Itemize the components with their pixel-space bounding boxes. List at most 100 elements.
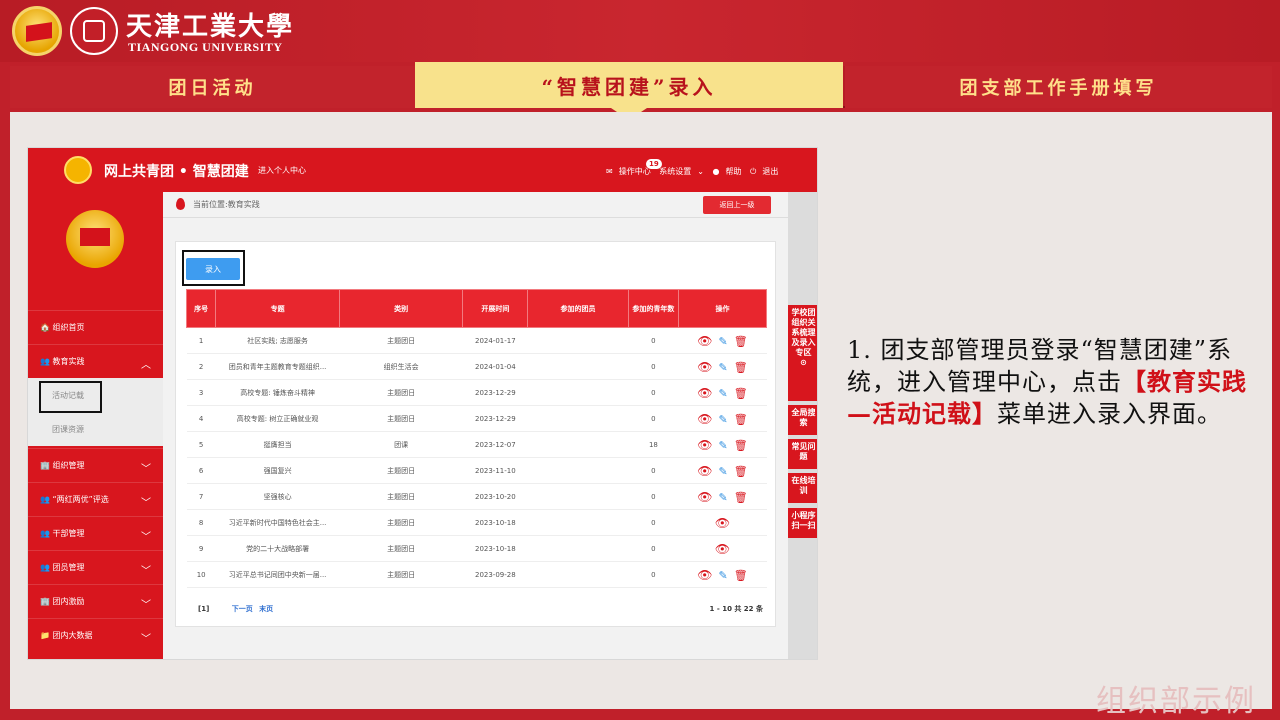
table-cell-no: 1 bbox=[186, 327, 216, 354]
location-pin-icon bbox=[176, 198, 185, 210]
table-cell-topic: 习近平总书记同团中央新一届... bbox=[215, 561, 340, 588]
chevron-up-icon: ︿ bbox=[141, 360, 151, 371]
edit-icon[interactable]: ✎ bbox=[719, 491, 728, 504]
page-last-link[interactable]: 末页 bbox=[259, 605, 273, 613]
tab-league-day[interactable]: 团日活动 bbox=[10, 66, 415, 108]
ops-center-link[interactable]: 操作中心 bbox=[619, 167, 651, 176]
site-title: 网上共青团 • 智慧团建 bbox=[104, 164, 249, 180]
trash-icon[interactable]: 🗑 bbox=[734, 387, 748, 400]
chevron-down-icon: ﹀ bbox=[141, 498, 151, 509]
table-cell-no: 8 bbox=[186, 509, 216, 536]
table-cell-date: 2023-11-10 bbox=[462, 457, 528, 484]
view-eye-icon[interactable]: 👁 bbox=[697, 490, 712, 504]
page-current[interactable]: [1] bbox=[198, 605, 209, 613]
trash-icon[interactable]: 🗑 bbox=[734, 465, 748, 478]
sidebar-item-evaluation[interactable]: 👥 “两红两优”评选 ﹀ bbox=[28, 482, 163, 516]
settings-link[interactable]: 系统设置 bbox=[659, 167, 691, 176]
edit-icon[interactable]: ✎ bbox=[719, 439, 728, 452]
rail-btn-search[interactable]: 全局搜索 bbox=[788, 405, 817, 435]
table-row: 2 团员和青年主题教育专题组织... 组织生活会 2024-01-04 0 👁 ✎ 🗑 bbox=[186, 353, 767, 380]
sidebar-item-education[interactable]: 👥 教育实践 ︿ bbox=[28, 344, 163, 378]
table-cell-no: 9 bbox=[186, 535, 216, 562]
table-cell-youth: 0 bbox=[628, 405, 679, 432]
table-cell-topic: 团员和青年主题教育专题组织... bbox=[215, 353, 340, 380]
back-button[interactable]: 返回上一级 bbox=[703, 196, 771, 214]
breadcrumb-text: 当前位置:教育实践 bbox=[193, 200, 260, 209]
table-header-cell: 参加的青年数 bbox=[627, 289, 680, 328]
table-header-cell: 类别 bbox=[338, 289, 464, 328]
edit-icon[interactable]: ✎ bbox=[719, 387, 728, 400]
rail-btn-org-relations[interactable]: 学校团组织关系梳理及录入专区 ⊙ bbox=[788, 305, 817, 401]
chevron-down-icon: ﹀ bbox=[141, 566, 151, 577]
trash-icon[interactable]: 🗑 bbox=[734, 335, 748, 348]
view-eye-icon[interactable]: 👁 bbox=[697, 568, 712, 582]
trash-icon[interactable]: 🗑 bbox=[734, 569, 748, 582]
app-logo-icon bbox=[64, 156, 92, 184]
view-eye-icon[interactable]: 👁 bbox=[697, 334, 712, 348]
sidebar-item-cadre[interactable]: 👥 干部管理 ﹀ bbox=[28, 516, 163, 550]
personal-center-link[interactable]: 进入个人中心 bbox=[258, 165, 306, 176]
edit-icon[interactable]: ✎ bbox=[719, 335, 728, 348]
table-row: 1 社区实践; 志愿服务 主题团日 2024-01-17 0 👁 ✎ 🗑 bbox=[186, 327, 767, 354]
view-eye-icon[interactable]: 👁 bbox=[697, 464, 712, 478]
table-cell-date: 2023-12-29 bbox=[462, 405, 528, 432]
power-icon: ⏻ bbox=[750, 167, 757, 176]
table-cell-topic: 强国复兴 bbox=[215, 457, 340, 484]
sidebar-item-home[interactable]: 🏠 组织首页 bbox=[28, 310, 163, 344]
league-emblem-icon bbox=[66, 210, 124, 268]
header-actions: ✉ 操作中心 系统设置 ⌄ ● 帮助 ⏻ 退出 bbox=[606, 166, 784, 177]
table-row: 9 党的二十大战略部署 主题团日 2023-10-18 0 👁 bbox=[186, 535, 767, 562]
table-cell-cat: 团课 bbox=[339, 431, 463, 458]
table-cell-youth: 0 bbox=[628, 535, 679, 562]
view-eye-icon[interactable]: 👁 bbox=[697, 412, 712, 426]
view-eye-icon[interactable]: 👁 bbox=[697, 386, 712, 400]
sidebar-item-big-data[interactable]: 📁 团内大数据 ﹀ bbox=[28, 618, 163, 652]
sidebar-item-label: 组织管理 bbox=[52, 461, 85, 470]
edit-icon[interactable]: ✎ bbox=[719, 569, 728, 582]
table-cell-actions: 👁 ✎ 🗑 bbox=[678, 457, 767, 484]
sidebar-item-members[interactable]: 👥 团员管理 ﹀ bbox=[28, 550, 163, 584]
sidebar-item-label: “两红两优”评选 bbox=[52, 495, 109, 504]
instruction-text: 1. 团支部管理员登录“智慧团建”系统，进入管理中心，点击【教育实践—活动记载】… bbox=[847, 334, 1257, 430]
rail-btn-training[interactable]: 在线培训 bbox=[788, 473, 817, 503]
trash-icon[interactable]: 🗑 bbox=[734, 439, 748, 452]
edit-icon[interactable]: ✎ bbox=[719, 465, 728, 478]
table-cell-actions: 👁 bbox=[678, 509, 767, 536]
table-header-cell: 操作 bbox=[678, 289, 767, 328]
table-cell-topic: 党的二十大战略部署 bbox=[215, 535, 340, 562]
view-eye-icon[interactable]: 👁 bbox=[697, 438, 712, 452]
table-header-cell: 序号 bbox=[185, 289, 217, 328]
university-name-cn: 天津工業大學 bbox=[126, 12, 295, 42]
rail-btn-miniprogram[interactable]: 小程序扫一扫 bbox=[788, 508, 817, 538]
logout-link[interactable]: 退出 bbox=[762, 167, 778, 176]
table-cell-actions: 👁 ✎ 🗑 bbox=[678, 483, 767, 510]
trash-icon[interactable]: 🗑 bbox=[734, 491, 748, 504]
table-cell-members bbox=[527, 535, 629, 562]
edit-icon[interactable]: ✎ bbox=[719, 361, 728, 374]
trash-icon[interactable]: 🗑 bbox=[734, 361, 748, 374]
app-header: 网上共青团 • 智慧团建 进入个人中心 19 ✉ 操作中心 系统设置 ⌄ ● 帮助 ⏻… bbox=[28, 148, 817, 192]
table-cell-topic: 坚强核心 bbox=[215, 483, 340, 510]
table-cell-actions: 👁 ✎ 🗑 bbox=[678, 561, 767, 588]
page-next-link[interactable]: 下一页 bbox=[232, 605, 253, 613]
view-eye-icon[interactable]: 👁 bbox=[715, 516, 730, 530]
edit-icon[interactable]: ✎ bbox=[719, 413, 728, 426]
table-cell-actions: 👁 ✎ 🗑 bbox=[678, 379, 767, 406]
table-row: 3 高校专题: 锤炼奋斗精神 主题团日 2023-12-29 0 👁 ✎ 🗑 bbox=[186, 379, 767, 406]
rail-btn-faq[interactable]: 常见问题 bbox=[788, 439, 817, 469]
table-cell-actions: 👁 ✎ 🗑 bbox=[678, 431, 767, 458]
table-cell-members bbox=[527, 457, 629, 484]
view-eye-icon[interactable]: 👁 bbox=[697, 360, 712, 374]
sidebar-item-incentives[interactable]: 🏢 团内激励 ﹀ bbox=[28, 584, 163, 618]
trash-icon[interactable]: 🗑 bbox=[734, 413, 748, 426]
view-eye-icon[interactable]: 👁 bbox=[715, 542, 730, 556]
sidebar-item-label: 教育实践 bbox=[52, 357, 85, 366]
help-link[interactable]: 帮助 bbox=[725, 167, 741, 176]
sidebar-subitem-course-resources[interactable]: 团课资源 bbox=[28, 412, 163, 446]
tab-branch-handbook[interactable]: 团支部工作手册填写 bbox=[845, 66, 1272, 108]
app-screenshot: 网上共青团 • 智慧团建 进入个人中心 1 9 ✉ 操作中心 系统设置 ⌄ ● 帮助 ⏻… bbox=[27, 147, 818, 660]
table-cell-youth: 0 bbox=[628, 327, 679, 354]
sidebar-item-org-management[interactable]: 🏢 组织管理 ﹀ bbox=[28, 448, 163, 482]
table-cell-youth: 0 bbox=[628, 353, 679, 380]
sidebar-item-label: 团员管理 bbox=[52, 563, 85, 572]
